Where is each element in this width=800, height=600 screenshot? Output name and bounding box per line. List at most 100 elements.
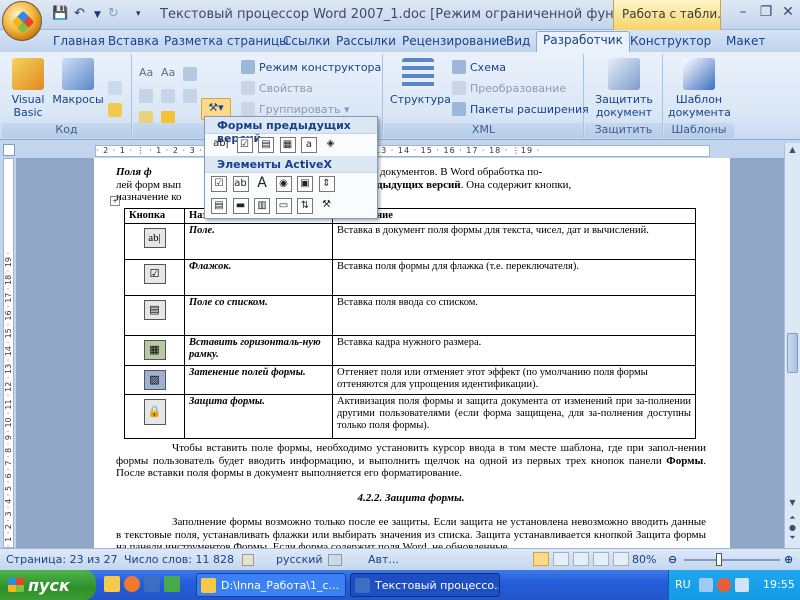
activex-label-icon[interactable]: A — [254, 176, 270, 192]
table-header-cell: Кнопка — [124, 208, 185, 224]
structure-button[interactable]: Структура — [390, 58, 451, 106]
outline-view-icon[interactable] — [593, 552, 609, 566]
picture-control-icon[interactable] — [183, 66, 201, 84]
table-move-handle-icon[interactable]: + — [110, 196, 120, 206]
zoom-out-icon[interactable]: ⊖ — [668, 553, 677, 566]
para1-line2-tail: . Она содержит кнопки, — [460, 178, 572, 191]
table-cell: Поле. — [184, 223, 333, 260]
zoom-in-icon[interactable]: ⊕ — [784, 553, 793, 566]
activex-command-button-icon[interactable]: ▬ — [232, 198, 249, 214]
rich-text-control-icon[interactable]: Aa — [139, 64, 153, 82]
minimize-icon[interactable]: – — [732, 4, 754, 22]
zoom-slider-thumb[interactable] — [716, 553, 722, 566]
dropdown-form-field-icon[interactable]: ▤ — [258, 137, 274, 153]
properties-button[interactable]: Свойства — [241, 80, 313, 98]
word-count[interactable]: Число слов: 11 828 — [124, 553, 234, 566]
tray-network-icon[interactable] — [699, 578, 713, 592]
scroll-up-icon[interactable]: ▲ — [787, 145, 798, 157]
tray-antivirus-icon[interactable] — [717, 578, 731, 592]
dropdown-control-icon[interactable] — [161, 88, 179, 106]
tab-view[interactable]: Вид — [500, 33, 536, 52]
activex-image-icon[interactable]: ▣ — [297, 176, 313, 192]
protect-document-icon — [608, 58, 640, 90]
language-indicator[interactable]: русский — [276, 553, 323, 566]
tab-selector-icon[interactable] — [3, 144, 15, 156]
undo-icon[interactable]: ↶ — [74, 6, 85, 21]
reset-form-fields-icon[interactable]: ◈ — [323, 137, 339, 153]
proofing-icon[interactable] — [242, 554, 254, 566]
excel-quicklaunch-icon[interactable] — [164, 576, 180, 592]
activex-option-button-icon[interactable]: ◉ — [275, 176, 292, 192]
activex-textbox-icon[interactable]: ab — [232, 176, 249, 192]
print-layout-view-icon[interactable] — [533, 552, 549, 566]
para1-prefix: Поля ф — [116, 166, 152, 178]
select-browse-object-icon[interactable]: ● — [787, 523, 798, 533]
tab-design[interactable]: Конструктор — [624, 33, 717, 52]
save-icon[interactable]: 💾 — [52, 6, 68, 21]
activex-listbox-icon[interactable]: ▤ — [211, 198, 227, 214]
tab-page-layout[interactable]: Разметка страницы — [158, 33, 295, 52]
taskbar-item-explorer[interactable]: D:\Inna_Работа\1_с... — [196, 573, 346, 597]
tab-developer[interactable]: Разработчик — [536, 31, 630, 52]
zoom-level[interactable]: 80% — [632, 553, 656, 566]
activex-combobox-icon[interactable]: ▥ — [254, 198, 270, 214]
status-bar: Страница: 23 из 27 Число слов: 11 828 ру… — [0, 548, 800, 570]
text-form-field-icon[interactable]: ab| — [211, 137, 231, 153]
draft-view-icon[interactable] — [613, 552, 629, 566]
document-page[interactable]: Поля фя при создании шаблонов документов… — [94, 158, 730, 548]
macro-security-icon[interactable] — [108, 102, 126, 120]
form-field-options-icon[interactable]: a — [301, 137, 317, 153]
transform-button[interactable]: Преобразование — [452, 80, 566, 98]
full-screen-reading-icon[interactable] — [553, 552, 569, 566]
vertical-scrollbar[interactable]: ▲ ▼ ⏶ ● ⏷ — [784, 143, 800, 548]
tab-references[interactable]: Ссылки — [277, 33, 336, 52]
web-layout-icon[interactable] — [573, 552, 589, 566]
document-template-button[interactable]: Шаблон документа — [668, 58, 731, 119]
tab-mailings[interactable]: Рассылки — [330, 33, 402, 52]
macros-button[interactable]: Макросы — [52, 58, 104, 106]
checkbox-form-field-icon[interactable]: ☑ — [236, 137, 253, 153]
tab-layout[interactable]: Макет — [720, 33, 771, 52]
activex-row-2: ▤ ▬ ▥ ▭ ⇅ ⚒ — [205, 195, 377, 217]
protect-document-button[interactable]: Защитить документ — [589, 58, 659, 119]
schema-button[interactable]: Схема — [452, 59, 506, 77]
qat-customize-icon[interactable]: ▾ — [136, 9, 141, 19]
text-control-icon[interactable]: Aa — [161, 64, 175, 82]
redo-icon[interactable]: ↻ — [108, 6, 119, 21]
page-count[interactable]: Страница: 23 из 27 — [6, 553, 118, 566]
show-desktop-icon[interactable] — [104, 576, 120, 592]
date-picker-control-icon[interactable] — [183, 88, 201, 106]
start-button[interactable]: пуск — [0, 570, 96, 600]
language-bar[interactable]: RU — [675, 578, 691, 591]
undo-dropdown-icon[interactable]: ▼ — [94, 10, 101, 20]
visual-basic-button[interactable]: Visual Basic — [8, 58, 48, 119]
table-cell: Активизация поля формы и защита документ… — [332, 394, 696, 439]
activex-spin-button-icon[interactable]: ⇕ — [318, 176, 335, 192]
macro-record-icon[interactable] — [328, 554, 342, 566]
record-macro-icon[interactable] — [108, 80, 126, 98]
browser-icon[interactable] — [124, 576, 140, 592]
scroll-down-icon[interactable]: ▼ — [787, 498, 798, 510]
taskbar-item-word[interactable]: Текстовый процессо... — [350, 573, 500, 597]
restore-icon[interactable]: ❐ — [755, 4, 777, 22]
office-button[interactable] — [2, 1, 42, 41]
scroll-thumb[interactable] — [787, 333, 798, 373]
close-icon[interactable]: ✕ — [777, 4, 799, 22]
combo-box-control-icon[interactable] — [139, 88, 157, 106]
expansion-packs-button[interactable]: Пакеты расширения — [452, 101, 589, 119]
design-mode-button[interactable]: Режим конструктора — [241, 59, 381, 77]
tab-review[interactable]: Рецензирование — [396, 33, 513, 52]
more-controls-icon[interactable]: ⚒ — [319, 198, 335, 214]
tray-volume-icon[interactable] — [735, 578, 749, 592]
clock[interactable]: 19:55 — [763, 578, 795, 591]
insert-frame-icon[interactable]: ▦ — [279, 137, 296, 153]
activex-checkbox-icon[interactable]: ☑ — [211, 176, 227, 192]
next-page-icon[interactable]: ⏷ — [787, 533, 798, 543]
zoom-slider[interactable] — [684, 559, 780, 561]
activex-scrollbar-icon[interactable]: ⇅ — [297, 198, 313, 214]
word-quicklaunch-icon[interactable] — [144, 576, 160, 592]
track-mode[interactable]: Авт... — [368, 553, 399, 566]
previous-page-icon[interactable]: ⏶ — [787, 513, 798, 523]
activex-toggle-button-icon[interactable]: ▭ — [275, 198, 292, 214]
tab-insert[interactable]: Вставка — [102, 33, 165, 52]
